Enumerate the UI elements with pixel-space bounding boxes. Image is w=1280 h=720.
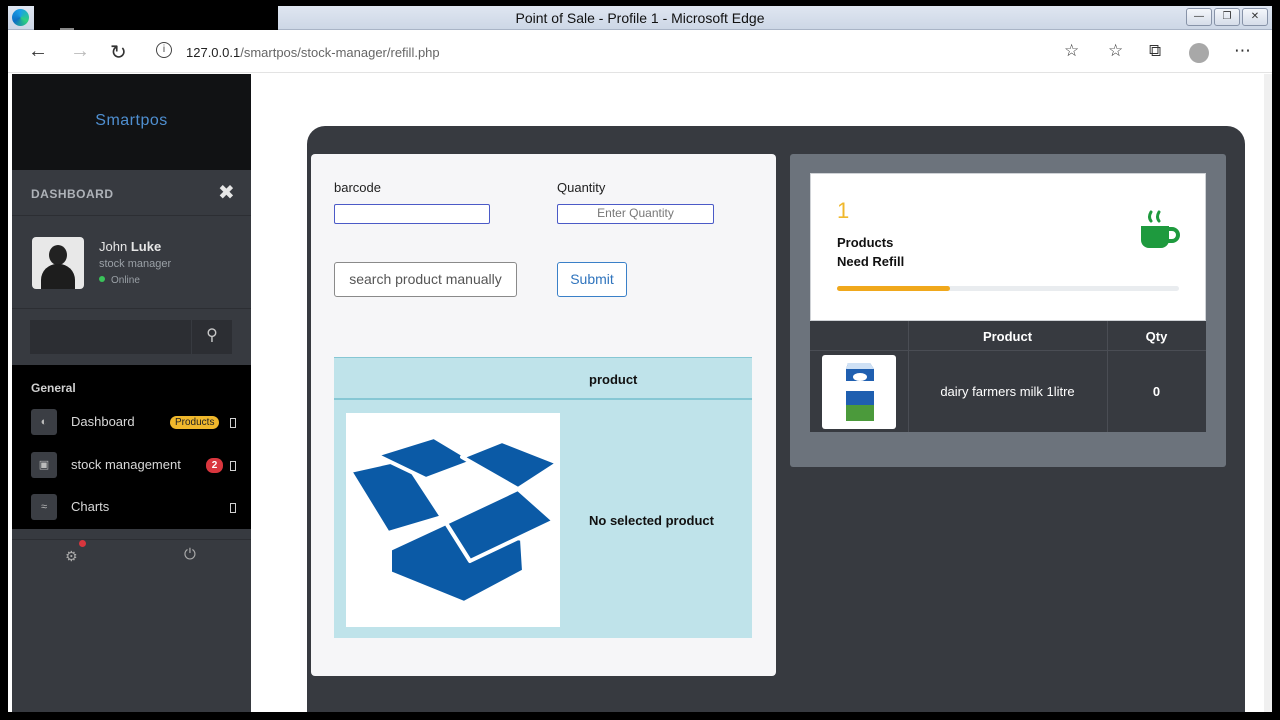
product-column-header: product [589,372,638,387]
no-selected-product-text: No selected product [589,513,714,528]
dashboard-gauge-icon: ◐ [31,409,57,435]
refresh-icon[interactable]: ↻ [110,40,127,65]
chart-icon: ≈ [31,494,57,520]
window-controls: — ❐ ✕ [1186,8,1268,26]
menu-section-label: General [31,381,76,395]
refill-product-name: dairy farmers milk 1litre [940,384,1075,399]
site-info-icon[interactable]: i [156,42,172,58]
favorites-icon[interactable]: ☆ [1108,41,1123,61]
sidebar-search: ⚲ [30,320,233,354]
coffee-cup-icon [1141,210,1180,248]
sidebar: Smartpos DASHBOARD ✖ John Luke stock man… [12,74,251,712]
count-badge: 2 [206,458,223,473]
forward-icon[interactable]: → [70,40,90,63]
page-content: Smartpos DASHBOARD ✖ John Luke stock man… [8,74,1272,712]
address-bar: ← → ↻ i 127.0.0.1/smartpos/stock-manager… [8,31,1272,73]
title-bar: Point of Sale - Profile 1 - Microsoft Ed… [8,6,1272,30]
user-status: Online [99,275,140,286]
refill-summary-card: 1 Products Need Refill Product Qty dairy… [790,154,1226,467]
window-title: Point of Sale - Profile 1 - Microsoft Ed… [515,10,765,26]
browser-window: Point of Sale - Profile 1 - Microsoft Ed… [8,6,1272,712]
selected-product-table: product No selected product [334,357,752,638]
table-header: product [334,357,752,400]
milk-product-thumbnail [822,355,896,429]
barcode-label: barcode [334,180,381,195]
close-sidebar-icon[interactable]: ✖ [218,180,235,205]
avatar [32,237,84,289]
milk-carton-icon [846,363,874,421]
submit-button[interactable]: Submit [557,262,627,297]
refill-stat-box: 1 Products Need Refill [810,173,1206,321]
sidebar-footer: ⚙ ⏻ [12,539,251,569]
qty-column-header: Qty [1145,329,1168,344]
user-last-name: Luke [130,239,162,254]
sidebar-item-label: stock management [71,457,181,472]
notification-dot [79,540,86,547]
search-product-manually-button[interactable]: search product manually [334,262,517,297]
quantity-label: Quantity [557,180,606,195]
dropdown-indicator-icon [230,503,236,513]
more-options-icon[interactable]: ⋯ [1234,41,1251,61]
user-first-name: John [99,239,128,254]
open-box-icon [348,435,560,605]
sidebar-item-label: Dashboard [71,414,135,429]
main-panel: barcode Quantity Enter Quantity search p… [307,126,1245,712]
url-host: 127.0.0.1 [186,45,241,60]
dropdown-indicator-icon [230,418,236,428]
quantity-input[interactable]: Enter Quantity [557,204,714,224]
dashboard-header: DASHBOARD ✖ [12,170,251,216]
url-field[interactable]: 127.0.0.1/smartpos/stock-manager/refill.… [186,45,440,60]
user-name: John Luke [99,239,161,254]
sidebar-item-dashboard[interactable]: ◐ Dashboard Products [12,405,251,441]
refill-label-line1: Products [837,235,894,250]
dashboard-label: DASHBOARD [31,187,114,201]
restore-button[interactable]: ❐ [1214,8,1240,26]
online-dot-icon [99,276,105,282]
user-status-text: Online [111,275,140,286]
product-image [346,413,560,627]
url-path: /smartpos/stock-manager/refill.php [240,45,440,60]
add-favorite-icon[interactable]: ☆ [1064,41,1079,61]
refill-progress-bar [837,286,1179,291]
avatar-head [49,245,67,265]
stock-box-icon: ▣ [31,452,57,478]
brand-logo[interactable]: Smartpos [12,74,251,170]
search-icon[interactable]: ⚲ [192,320,232,354]
dropdown-indicator-icon [230,461,236,471]
power-icon[interactable]: ⏻ [184,546,196,563]
minimize-button[interactable]: — [1186,8,1212,26]
refill-table: Product Qty dairy farmers milk 1litre 0 [810,321,1206,432]
sidebar-item-stock-management[interactable]: ▣ stock management 2 [12,448,251,484]
user-role: stock manager [99,258,172,270]
products-badge: Products [170,416,220,429]
page-scrollbar[interactable] [1264,74,1272,712]
refill-form-card: barcode Quantity Enter Quantity search p… [311,154,776,676]
gear-icon[interactable]: ⚙ [65,548,78,565]
refill-product-qty: 0 [1152,384,1161,399]
barcode-input[interactable] [334,204,490,224]
sidebar-search-input[interactable] [30,320,191,354]
sidebar-item-charts[interactable]: ≈ Charts [12,490,251,526]
refill-progress-fill [837,286,950,291]
user-panel: John Luke stock manager Online [12,217,251,309]
sidebar-menu: General ◐ Dashboard Products ▣ stock man… [12,365,251,529]
product-column-header: Product [982,329,1033,344]
collections-icon[interactable]: ⧉ [1149,41,1161,61]
close-window-button[interactable]: ✕ [1242,8,1268,26]
avatar-body [41,264,75,289]
sidebar-item-label: Charts [71,499,110,514]
refill-count: 1 [837,198,850,223]
back-icon[interactable]: ← [28,40,48,63]
profile-avatar-icon[interactable] [1189,43,1209,63]
refill-label-line2: Need Refill [837,254,905,269]
